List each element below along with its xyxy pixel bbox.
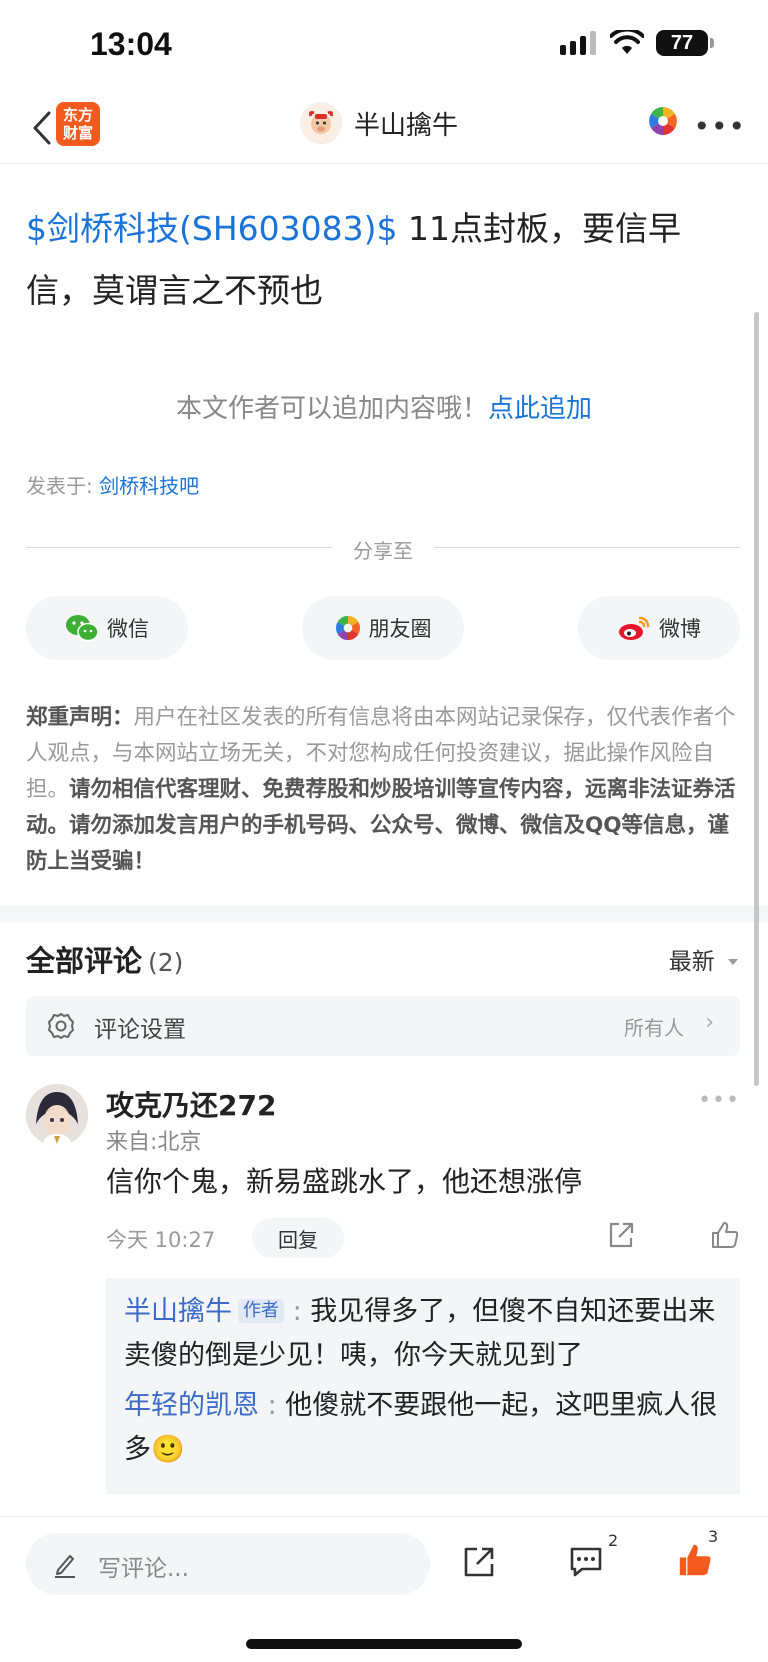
comment-time: 今天 10:27 xyxy=(106,1228,216,1252)
nav-bar: 东方财富 半山擒牛 ••• xyxy=(0,92,768,164)
comment-count-badge: 2 xyxy=(608,1531,619,1550)
comments-title: 全部评论 xyxy=(26,944,143,978)
comment-text: 信你个鬼，新易盛跳水了，他还想涨停 xyxy=(106,1165,583,1198)
share-moments-circle-button[interactable]: 朋友圈 xyxy=(302,596,464,660)
share-out-icon xyxy=(609,1222,634,1248)
signal-icon xyxy=(560,31,596,55)
sort-label: 最新 xyxy=(668,949,715,975)
like-button[interactable] xyxy=(676,1541,714,1583)
bar-link[interactable]: 剑桥科技吧 xyxy=(99,474,199,498)
comment-like-button[interactable] xyxy=(710,1220,740,1254)
reply-colon: : xyxy=(284,1296,311,1327)
share-moments-button[interactable] xyxy=(648,106,678,140)
divider-line-right xyxy=(434,547,740,548)
comment-placeholder: 写评论... xyxy=(98,1556,189,1582)
caret-down-icon xyxy=(728,959,738,965)
comment-settings-label: 评论设置 xyxy=(94,1017,186,1043)
scrollbar[interactable] xyxy=(754,312,759,1086)
wifi-icon xyxy=(610,30,644,54)
chevron-right-icon: › xyxy=(705,1010,714,1035)
share-button[interactable] xyxy=(462,1545,496,1583)
pencil-icon xyxy=(55,1555,75,1578)
commenter-location: 来自:北京 xyxy=(106,1130,202,1155)
share-wechat-button[interactable]: 微信 xyxy=(26,596,188,660)
bull-avatar-icon xyxy=(308,110,334,134)
share-weibo-button[interactable]: 微博 xyxy=(578,596,740,660)
reply-colon: : xyxy=(259,1390,286,1421)
wechat-icon xyxy=(66,615,99,642)
nav-author[interactable]: 半山擒牛 xyxy=(300,102,458,144)
disclaimer: 郑重声明：用户在社区发表的所有信息将由本网站记录保存，仅代表作者个人观点，与本网… xyxy=(26,700,740,880)
like-count-badge: 3 xyxy=(708,1527,719,1546)
nav-title: 半山擒牛 xyxy=(354,110,459,141)
gear-icon xyxy=(48,1013,74,1039)
moments-icon xyxy=(649,107,677,135)
append-content-line: 本文作者可以追加内容哦！点此追加 xyxy=(0,388,768,425)
comment-bubble-icon xyxy=(570,1547,602,1577)
author-tag-badge: 作者 xyxy=(238,1299,284,1323)
sort-dropdown[interactable]: 最新 xyxy=(669,942,740,976)
author-avatar[interactable] xyxy=(300,102,342,144)
published-in: 发表于: 剑桥科技吧 xyxy=(26,470,199,499)
more-options-button[interactable]: ••• xyxy=(693,110,746,143)
comment-more-button[interactable]: ••• xyxy=(698,1088,740,1113)
reply-button[interactable]: 回复 xyxy=(252,1218,344,1258)
comment-settings-value: 所有人 xyxy=(624,1016,684,1040)
reply-item: 半山擒牛 作者 : 我见得多了，但傻不自知还要出来卖傻的倒是少见！咦，你今天就见到… xyxy=(124,1290,722,1378)
reply-author-name[interactable]: 年轻的凯恩 xyxy=(124,1390,259,1421)
commenter-avatar[interactable] xyxy=(26,1084,88,1146)
share-label: 分享至 xyxy=(353,539,413,563)
thumbs-up-filled-icon xyxy=(679,1544,711,1576)
weibo-icon xyxy=(619,616,650,640)
disclaimer-warning: 请勿相信代客理财、免费荐股和炒股培训等宣传内容，远离非法证券活动。请勿添加发言用… xyxy=(26,777,736,874)
comments-button[interactable] xyxy=(568,1545,604,1583)
share-moments-label: 朋友圈 xyxy=(368,617,432,641)
status-bar: 13:04 77 xyxy=(0,0,768,90)
replies-box[interactable]: 半山擒牛 作者 : 我见得多了，但傻不自知还要出来卖傻的倒是少见！咦，你今天就见到… xyxy=(106,1278,740,1494)
disclaimer-title: 郑重声明： xyxy=(26,705,134,730)
anime-avatar-icon xyxy=(26,1084,88,1146)
share-weibo-label: 微博 xyxy=(659,617,701,641)
battery-indicator: 77 xyxy=(656,30,714,56)
share-row: 微信 朋友圈 微博 xyxy=(26,596,740,660)
bottom-action-bar: 写评论... 2 3 xyxy=(0,1516,768,1662)
thumbs-up-icon xyxy=(712,1222,739,1248)
comments-header: 全部评论 (2) 最新 xyxy=(26,938,740,986)
write-comment-input[interactable]: 写评论... xyxy=(26,1533,430,1595)
reply-item: 年轻的凯恩 : 他傻就不要跟他一起，这吧里疯人很多🙂 xyxy=(124,1384,722,1472)
published-prefix: 发表于: xyxy=(26,474,100,498)
home-indicator xyxy=(246,1639,522,1649)
chevron-left-icon xyxy=(33,111,51,145)
comments-count: (2) xyxy=(148,948,184,977)
status-time: 13:04 xyxy=(90,26,172,62)
post-content: $剑桥科技(SH603083)$ 11点封板，要信早信，莫谓言之不预也 xyxy=(26,198,726,322)
append-content-link[interactable]: 点此追加 xyxy=(488,394,592,424)
app-logo[interactable]: 东方财富 xyxy=(56,102,100,146)
stock-tag-link[interactable]: $剑桥科技(SH603083)$ xyxy=(26,209,397,248)
append-prompt: 本文作者可以追加内容哦！ xyxy=(175,394,488,424)
section-divider xyxy=(0,906,768,922)
comment-share-button[interactable] xyxy=(606,1220,636,1254)
reply-author-name[interactable]: 半山擒牛 xyxy=(124,1296,232,1327)
status-icons: 77 xyxy=(560,30,714,56)
commenter-name[interactable]: 攻克乃还272 xyxy=(106,1084,276,1124)
share-wechat-label: 微信 xyxy=(107,617,149,641)
moments-icon xyxy=(335,615,360,641)
comment-settings-row[interactable]: 评论设置 所有人 › xyxy=(26,996,740,1056)
share-divider: 分享至 xyxy=(26,535,740,563)
share-out-icon xyxy=(464,1547,494,1577)
